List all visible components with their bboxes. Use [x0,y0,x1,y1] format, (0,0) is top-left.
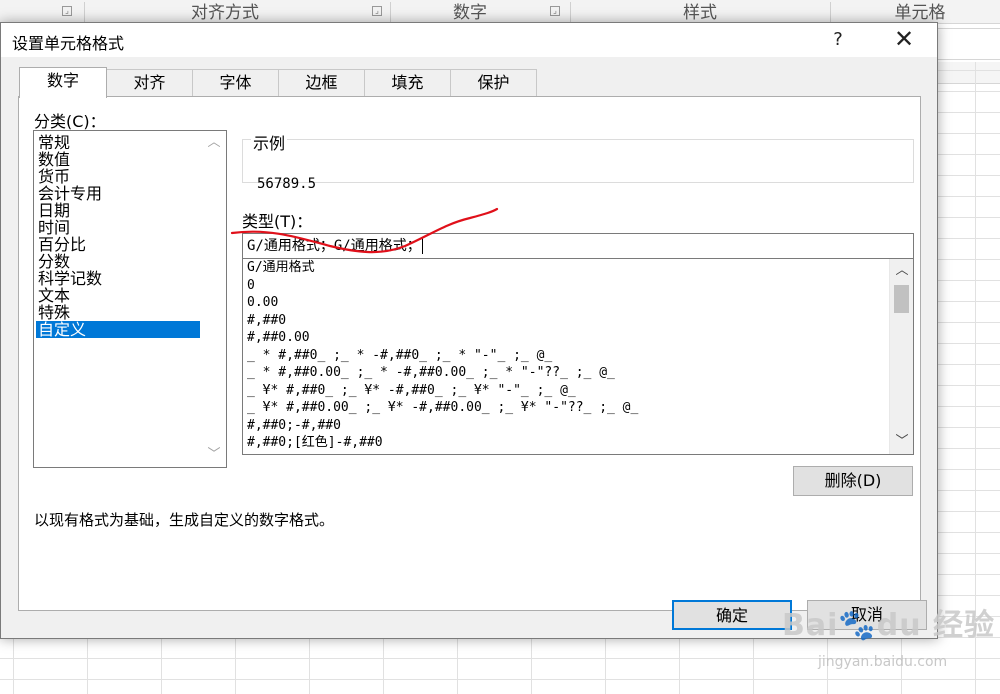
tab-alignment[interactable]: 对齐 [106,69,193,97]
format-cells-dialog: 设置单元格格式 ? ✕ 数字 对齐 字体 边框 填充 保护 分类(C)： 常规 … [0,22,938,639]
ribbon-divider [830,2,831,22]
baidu-watermark: Bai🐾du 经验 [782,608,996,643]
scroll-thumb[interactable] [894,285,909,313]
category-item-number[interactable]: 数值 [36,151,200,168]
chevron-down-icon[interactable]: ﹀ [890,432,913,452]
category-item-custom[interactable]: 自定义 [36,321,200,338]
category-item-currency[interactable]: 货币 [36,168,200,185]
ribbon-group-cells: 单元格 [894,3,946,23]
chevron-down-icon[interactable]: ﹀ [202,443,226,467]
format-item[interactable]: G/通用格式 [247,259,315,276]
ribbon-divider [570,2,571,22]
type-label: 类型(T)： [242,212,313,231]
ribbon-group-styles: 样式 [683,3,717,23]
close-button[interactable]: ✕ [871,23,937,57]
custom-format-description: 以现有格式为基础，生成自定义的数字格式。 [34,511,335,529]
category-label: 分类(C)： [34,112,106,131]
category-item-special[interactable]: 特殊 [36,304,200,321]
tab-font[interactable]: 字体 [192,69,279,97]
category-item-accounting[interactable]: 会计专用 [36,185,200,202]
number-tab-panel: 分类(C)： 常规 数值 货币 会计专用 日期 时间 百分比 分数 科学记数 文… [18,96,921,611]
category-list[interactable]: 常规 数值 货币 会计专用 日期 时间 百分比 分数 科学记数 文本 特殊 自定… [33,130,227,468]
tab-fill[interactable]: 填充 [364,69,451,97]
sample-value: 56789.5 [257,176,317,192]
ribbon-divider [390,2,391,22]
format-item[interactable]: #,##0;-#,##0 [247,417,341,434]
format-code-list[interactable]: G/通用格式 0 0.00 #,##0 #,##0.00 _ * #,##0_ … [242,258,914,455]
ribbon-divider [84,2,85,22]
help-button[interactable]: ? [821,23,855,57]
delete-button[interactable]: 删除(D) [793,466,913,496]
format-list-scrollbar[interactable]: ︿ ﹀ [889,259,913,454]
ok-button[interactable]: 确定 [672,600,792,630]
dialog-titlebar[interactable]: 设置单元格格式 ? ✕ [1,23,937,57]
format-item[interactable]: #,##0 [247,312,286,329]
tab-number[interactable]: 数字 [19,67,107,98]
category-item-scientific[interactable]: 科学记数 [36,270,200,287]
ribbon-group-bar: ⌟ 对齐方式 ⌟ 数字 ⌟ 样式 单元格 [0,0,1000,24]
dialog-title: 设置单元格格式 [12,34,125,53]
format-item[interactable]: _ ¥* #,##0_ ;_ ¥* -#,##0_ ;_ ¥* "-"_ ;_ … [247,382,576,399]
ribbon-group-number: 数字 [453,3,487,23]
dialog-launcher-icon[interactable]: ⌟ [550,6,560,16]
format-item[interactable]: _ * #,##0.00_ ;_ * -#,##0.00_ ;_ * "-"??… [247,364,615,381]
watermark-url: jingyan.baidu.com [818,654,948,670]
ribbon-group-alignment: 对齐方式 [191,3,259,23]
sample-title: 示例 [251,130,288,154]
category-item-general[interactable]: 常规 [36,134,200,151]
category-item-text[interactable]: 文本 [36,287,200,304]
category-item-date[interactable]: 日期 [36,202,200,219]
dialog-launcher-icon[interactable]: ⌟ [372,6,382,16]
format-item[interactable]: #,##0;[红色]-#,##0 [247,434,383,451]
format-item[interactable]: #,##0.00 [247,329,310,346]
text-caret [421,238,423,254]
category-item-fraction[interactable]: 分数 [36,253,200,270]
format-item[interactable]: _ ¥* #,##0.00_ ;_ ¥* -#,##0.00_ ;_ ¥* "-… [247,399,638,416]
sample-groupbox [242,139,914,183]
category-item-time[interactable]: 时间 [36,219,200,236]
type-input[interactable]: G/通用格式；G/通用格式； [242,233,914,259]
format-item[interactable]: 0.00 [247,294,278,311]
category-item-percentage[interactable]: 百分比 [36,236,200,253]
format-item[interactable]: _ * #,##0_ ;_ * -#,##0_ ;_ * "-"_ ;_ @_ [247,347,552,364]
chevron-up-icon[interactable]: ︿ [202,131,226,155]
format-item[interactable]: 0 [247,277,255,294]
dialog-launcher-icon[interactable]: ⌟ [62,6,72,16]
type-input-value: G/通用格式；G/通用格式； [247,238,421,254]
chevron-up-icon[interactable]: ︿ [890,261,913,281]
tab-border[interactable]: 边框 [278,69,365,97]
tab-protection[interactable]: 保护 [450,69,537,97]
